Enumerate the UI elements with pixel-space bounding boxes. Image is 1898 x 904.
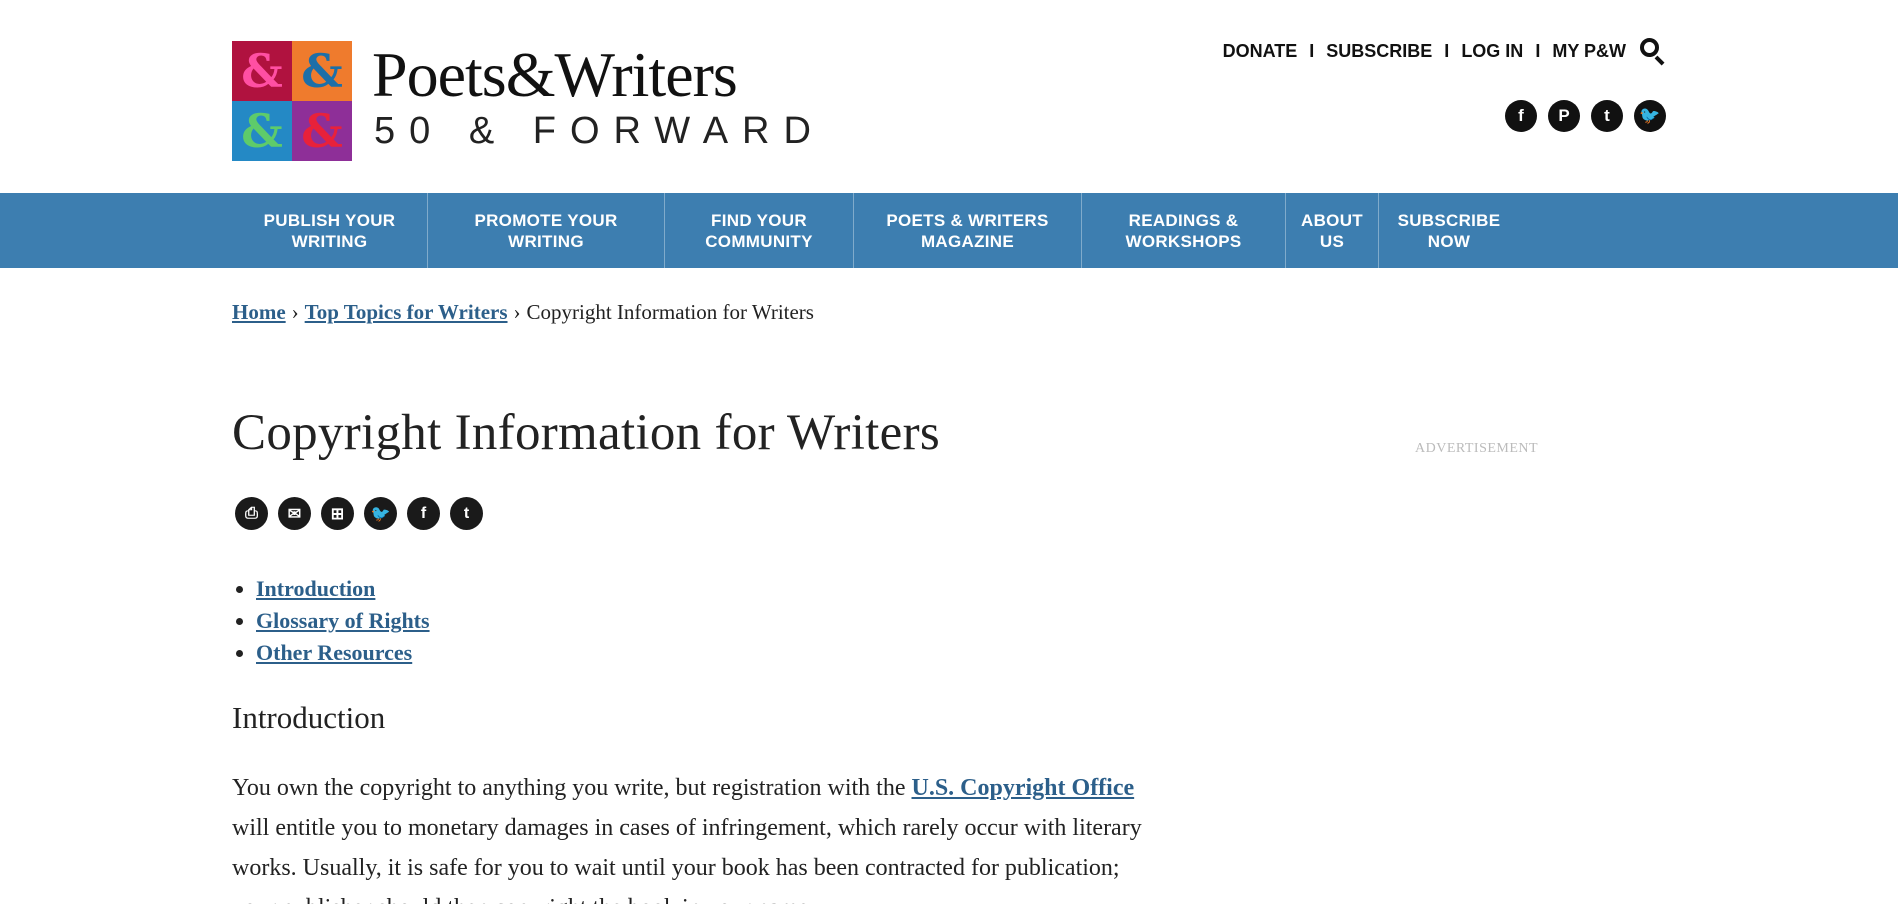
twitter-icon[interactable]: 🐦 <box>364 497 397 530</box>
share-toolbar: ⎙ ✉ ⊞ 🐦 f t <box>235 497 483 530</box>
advertisement-label: ADVERTISEMENT <box>1415 441 1539 456</box>
nav-item-2[interactable]: PROMOTE YOUR WRITING <box>428 193 665 268</box>
facebook-icon[interactable]: f <box>407 497 440 530</box>
nav-item-3[interactable]: FIND YOUR COMMUNITY <box>665 193 854 268</box>
logo-mark[interactable]: & & & & <box>232 41 352 161</box>
breadcrumb-current: Copyright Information for Writers <box>526 300 814 324</box>
logo-cell: & <box>232 41 292 101</box>
separator: I <box>1444 40 1450 61</box>
nav-item-7[interactable]: SUBSCRIBE NOW <box>1379 193 1519 268</box>
toc-item: Glossary of Rights <box>256 605 430 637</box>
paragraph-text: will entitle you to monetary damages in … <box>232 815 1142 904</box>
social-links: f Pt 🐦 <box>1505 100 1666 132</box>
section-heading: Introduction <box>232 700 386 735</box>
toc-item: Other Resources <box>256 637 430 669</box>
subscribe-link[interactable]: SUBSCRIBE <box>1326 41 1432 62</box>
nav-item-4[interactable]: POETS & WRITERS MAGAZINE <box>854 193 1082 268</box>
email-icon[interactable]: ✉ <box>278 497 311 530</box>
save-icon[interactable]: ⊞ <box>321 497 354 530</box>
breadcrumb-top-topics[interactable]: Top Topics for Writers <box>305 300 508 324</box>
utility-nav: DONATE I SUBSCRIBE I LOG IN I MY P&W <box>1223 38 1666 66</box>
paragraph-text: You own the copyright to anything you wr… <box>232 775 912 801</box>
breadcrumb: Home › Top Topics for Writers › Copyright In… <box>232 300 814 325</box>
logo-cell: & <box>232 101 292 161</box>
toc-item: Introduction <box>256 573 430 605</box>
twitter-icon[interactable]: 🐦 <box>1634 100 1666 132</box>
pinterest-icon[interactable]: P <box>1548 100 1580 132</box>
nav-item-1[interactable]: PUBLISH YOUR WRITING <box>232 193 428 268</box>
logo-cell: & <box>292 101 352 161</box>
page-title: Copyright Information for Writers <box>232 405 941 461</box>
main-nav: PUBLISH YOUR WRITING PROMOTE YOUR WRITING FI… <box>0 193 1898 268</box>
my-pw-link[interactable]: MY P&W <box>1552 41 1626 62</box>
nav-item-5[interactable]: READINGS & WORKSHOPS <box>1082 193 1286 268</box>
logo-title[interactable]: Poets&Writers <box>372 38 738 112</box>
login-link[interactable]: LOG IN <box>1461 41 1523 62</box>
facebook-icon[interactable]: f <box>1505 100 1537 132</box>
toc-link-glossary[interactable]: Glossary of Rights <box>256 608 430 633</box>
print-icon[interactable]: ⎙ <box>235 497 268 530</box>
table-of-contents: Introduction Glossary of Rights Other Re… <box>256 573 430 669</box>
search-icon[interactable] <box>1640 38 1666 66</box>
breadcrumb-separator: › <box>291 300 299 324</box>
separator: I <box>1535 40 1541 61</box>
site-header: & & & & Poets&Writers 50 & FORWARD DONAT… <box>0 0 1898 193</box>
logo-subtitle: 50 & FORWARD <box>374 110 825 152</box>
breadcrumb-home[interactable]: Home <box>232 300 286 324</box>
copyright-office-link[interactable]: U.S. Copyright Office <box>912 775 1135 801</box>
breadcrumb-separator: › <box>513 300 521 324</box>
separator: I <box>1309 40 1315 61</box>
tumblr-icon[interactable]: t <box>450 497 483 530</box>
logo-cell: & <box>292 41 352 101</box>
donate-link[interactable]: DONATE <box>1223 41 1298 62</box>
nav-item-6[interactable]: ABOUT US <box>1286 193 1379 268</box>
toc-link-other-resources[interactable]: Other Resources <box>256 640 412 665</box>
toc-link-introduction[interactable]: Introduction <box>256 576 375 601</box>
tumblr-icon[interactable]: t <box>1591 100 1623 132</box>
intro-paragraph: You own the copyright to anything you wr… <box>232 768 1162 904</box>
